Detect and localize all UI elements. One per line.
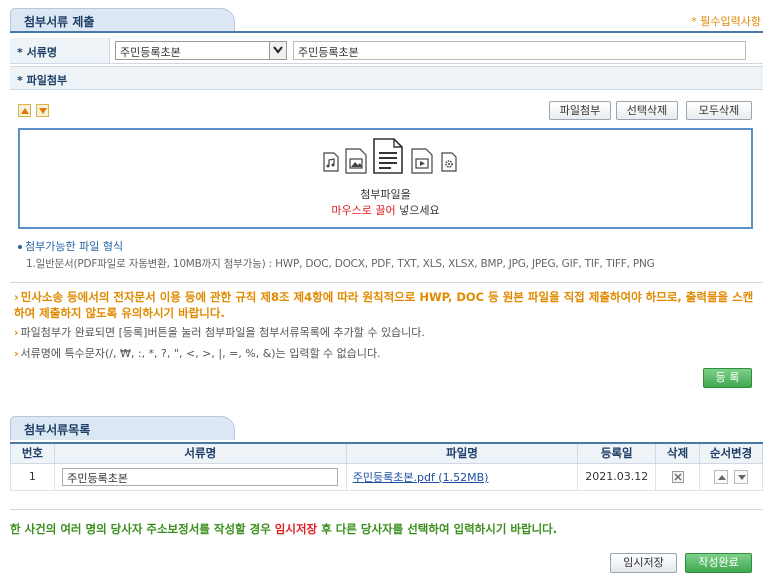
- arrow-right-icon: ›: [14, 326, 19, 339]
- file-attach-label: * 파일첨부: [10, 66, 763, 90]
- arrow-right-icon: ›: [14, 290, 19, 304]
- note-warning: › 민사소송 등에서의 전자문서 이용 등에 관한 규칙 제8조 제4항에 따라 …: [14, 289, 759, 321]
- table-row: 1 주민등록초본 주민등록초본.pdf (1.52MB) 2021.03.12: [10, 462, 763, 491]
- note-register: › 파일첨부가 완료되면 [등록]버튼을 눌러 첨부파일을 첨부서류목록에 추가할…: [14, 324, 425, 340]
- submit-section-title: 첨부서류 제출: [24, 15, 95, 29]
- file-dropzone[interactable]: 첨부파일을 마우스로 끌어 넣으세요: [18, 128, 753, 229]
- row-order-cell: [699, 462, 763, 491]
- note-warning-text: 민사소송 등에서의 전자문서 이용 등에 관한 규칙 제8조 제4항에 따라 원…: [14, 290, 754, 320]
- bottom-divider: [10, 509, 763, 510]
- dropzone-text-rest: 넣으세요: [395, 204, 440, 217]
- register-button[interactable]: 등 록: [703, 368, 752, 388]
- col-header-no: 번호: [10, 442, 55, 464]
- temp-save-button[interactable]: 임시저장: [610, 553, 677, 573]
- delete-all-button[interactable]: 모두삭제: [686, 101, 752, 120]
- col-header-file-name: 파일명: [345, 442, 579, 464]
- row-doc-name-cell: 주민등록초본: [53, 462, 347, 491]
- attach-file-button[interactable]: 파일첨부: [549, 101, 611, 120]
- file-type-icons: [305, 138, 475, 183]
- row-no: 1: [10, 462, 55, 491]
- row-move-down-icon[interactable]: [734, 469, 749, 484]
- dropzone-text-line1: 첨부파일을: [360, 188, 411, 201]
- list-section-title: 첨부서류목록: [24, 423, 91, 437]
- row-date: 2021.03.12: [577, 462, 657, 491]
- row-file-link[interactable]: 주민등록초본.pdf (1.52MB): [353, 471, 489, 484]
- bottom-note-post: 후 다른 당사자를 선택하여 입력하시기 바랍니다.: [317, 522, 558, 536]
- row-move-up-icon[interactable]: [714, 469, 729, 484]
- bottom-note-red: 임시저장: [274, 522, 318, 536]
- move-up-icon[interactable]: [18, 104, 31, 117]
- note-register-text: 파일첨부가 완료되면 [등록]버튼을 눌러 첨부파일을 첨부서류목록에 추가할 …: [20, 326, 425, 339]
- row-file-name-cell: 주민등록초본.pdf (1.52MB): [345, 462, 579, 491]
- delete-selected-button[interactable]: 선택삭제: [616, 101, 678, 120]
- row-delete-cell: [655, 462, 701, 491]
- doc-type-select[interactable]: 주민등록초본: [115, 41, 287, 60]
- dropzone-text-red: 마우스로 끌어: [331, 204, 396, 217]
- note-special-chars: › 서류명에 특수문자(/, ₩, :, *, ?, ", <, >, |, =,…: [14, 345, 381, 361]
- row-doc-name-input[interactable]: 주민등록초본: [62, 467, 339, 486]
- video-file-icon: [411, 148, 433, 174]
- doc-name-row: * 서류명 주민등록초본 주민등록초본: [10, 38, 763, 64]
- move-down-icon[interactable]: [36, 104, 49, 117]
- section-divider: [10, 31, 763, 33]
- doc-name-input[interactable]: 주민등록초본: [293, 41, 746, 60]
- formats-list: 1.일반문서(PDF파일로 자동변환, 10MB까지 첨부가능) : HWP, …: [26, 258, 655, 270]
- notes-divider: [10, 282, 763, 283]
- required-note: * 필수입력사항: [691, 15, 761, 28]
- attached-docs-table: 번호 서류명 파일명 등록일 삭제 순서변경 1 주민등록초본 주민등록초본.p…: [10, 442, 763, 491]
- image-file-icon: [345, 148, 367, 174]
- table-header-row: 번호 서류명 파일명 등록일 삭제 순서변경: [10, 442, 763, 464]
- col-header-order: 순서변경: [699, 442, 763, 464]
- chevron-down-icon[interactable]: [269, 42, 286, 59]
- col-header-doc-name: 서류명: [53, 442, 347, 464]
- bullet-icon: [18, 245, 22, 249]
- formats-title-text: 첨부가능한 파일 형식: [25, 240, 124, 253]
- note-special-chars-text: 서류명에 특수문자(/, ₩, :, *, ?, ", <, >, |, =, …: [20, 347, 381, 360]
- document-file-icon: [373, 138, 403, 174]
- dropzone-text-line2: 마우스로 끌어 넣으세요: [20, 202, 751, 218]
- doc-name-label: * 서류명: [10, 38, 110, 63]
- formats-title: 첨부가능한 파일 형식: [18, 238, 123, 254]
- col-header-delete: 삭제: [655, 442, 701, 464]
- delete-x-icon[interactable]: [671, 471, 684, 483]
- doc-type-selected: 주민등록초본: [120, 46, 181, 59]
- music-file-icon: [323, 152, 339, 172]
- bottom-note-pre: 한 사건의 여러 명의 당사자 주소보정서를 작성할 경우: [10, 522, 275, 536]
- bottom-note: 한 사건의 여러 명의 당사자 주소보정서를 작성할 경우 임시저장 후 다른 …: [10, 521, 557, 537]
- col-header-date: 등록일: [577, 442, 657, 464]
- gear-file-icon: [441, 152, 457, 172]
- complete-button[interactable]: 작성완료: [685, 553, 752, 573]
- arrow-right-icon: ›: [14, 347, 19, 360]
